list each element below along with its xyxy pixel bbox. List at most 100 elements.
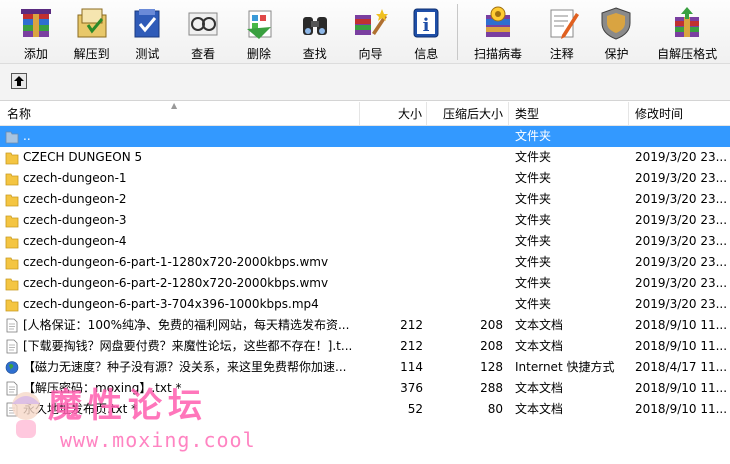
file-name: czech-dungeon-6-part-2-1280x720-2000kbps… [23,276,329,290]
column-type-label: 类型 [515,107,540,121]
add-archive-icon [16,3,56,43]
file-row[interactable]: [人格保证：100%纯净、免费的福利网站，每天精选发布资... 212 208 文本文… [0,315,730,336]
view-icon [183,3,223,43]
text-file-icon [5,381,19,396]
file-size: 114 [400,360,423,374]
parent-folder-row[interactable]: .. 文件夹 [0,126,730,147]
file-name: 【磁力无速度？种子没有源？没关系，来这里免费帮你加速... [23,360,347,374]
file-name: czech-dungeon-6-part-3-704x396-1000kbps.… [23,297,319,311]
file-row[interactable]: czech-dungeon-2 文件夹 2019/3/20 23... [0,189,730,210]
file-type: 文本文档 [515,381,564,395]
info-icon: i [406,3,446,43]
file-row[interactable]: czech-dungeon-6-part-3-704x396-1000kbps.… [0,294,730,315]
add-button[interactable]: 添加 [8,0,64,64]
file-row[interactable]: 永久地址发布页.txt * 52 80 文本文档 2018/9/10 11... [0,399,730,420]
extract-to-icon [72,3,112,43]
extract-to-label: 解压到 [73,47,110,61]
wizard-label: 向导 [358,47,383,61]
file-row[interactable]: czech-dungeon-3 文件夹 2019/3/20 23... [0,210,730,231]
column-size-label: 大小 [397,107,422,121]
column-name-label: 名称 [7,107,32,121]
file-type: 文件夹 [515,213,552,227]
file-packed-size [430,294,503,315]
column-modified-label: 修改时间 [635,107,684,121]
info-label: 信息 [414,47,439,61]
toolbar: 添加 解压到 测试 查看 删除 查找 向导 i 信息 扫描病毒 注释 保护 自解… [0,0,730,64]
view-button[interactable]: 查看 [175,0,231,64]
parent-folder-icon [5,129,19,144]
file-type: 文件夹 [515,276,552,290]
find-label: 查找 [302,47,327,61]
column-header: 名称 ▲ 大小 压缩后大小 类型 修改时间 [0,102,730,126]
file-packed-size [430,273,503,294]
file-packed-size: 208 [480,339,503,353]
file-name: czech-dungeon-6-part-1-1280x720-2000kbps… [23,255,329,269]
file-modified: 2019/3/20 23... [635,213,728,227]
file-type: 文件夹 [515,171,552,185]
file-name: [人格保证：100%纯净、免费的福利网站，每天精选发布资... [23,318,350,332]
folder-icon [5,150,19,165]
file-packed-size: 208 [480,318,503,332]
folder-icon [5,297,19,312]
text-file-icon [5,402,19,417]
file-modified: 2018/9/10 11... [635,318,728,332]
column-name[interactable]: 名称 ▲ [0,102,360,126]
folder-icon [5,255,19,270]
sfx-button[interactable]: 自解压格式 [644,0,730,64]
file-size [360,189,423,210]
file-type: 文本文档 [515,402,564,416]
protect-button[interactable]: 保护 [589,0,645,64]
file-size [360,210,423,231]
up-folder-button[interactable] [11,73,27,89]
sfx-label: 自解压格式 [657,47,718,61]
file-type: 文件夹 [515,129,552,143]
file-modified: 2019/3/20 23... [635,276,728,290]
delete-button[interactable]: 删除 [231,0,287,64]
file-packed-size [430,168,503,189]
file-size [360,126,423,147]
delete-label: 删除 [246,47,271,61]
svg-text:i: i [423,15,430,36]
file-name: 永久地址发布页.txt * [23,402,138,416]
file-size [360,168,423,189]
file-row[interactable]: czech-dungeon-6-part-2-1280x720-2000kbps… [0,273,730,294]
file-size: 212 [400,339,423,353]
comment-button[interactable]: 注释 [535,0,589,64]
add-label: 添加 [23,47,48,61]
column-packed[interactable]: 压缩后大小 [427,102,509,126]
file-row[interactable]: CZECH DUNGEON 5 文件夹 2019/3/20 23... [0,147,730,168]
file-modified: 2018/9/10 11... [635,339,728,353]
file-packed-size: 128 [480,360,503,374]
virus-scan-label: 扫描病毒 [473,47,522,61]
text-file-icon [5,339,19,354]
test-button[interactable]: 测试 [120,0,176,64]
folder-icon [5,234,19,249]
file-row[interactable]: czech-dungeon-6-part-1-1280x720-2000kbps… [0,252,730,273]
column-size[interactable]: 大小 [360,102,427,126]
file-row[interactable]: 【磁力无速度？种子没有源？没关系，来这里免费帮你加速... 114 128 Inter… [0,357,730,378]
extract-to-button[interactable]: 解压到 [64,0,120,64]
file-modified: 2019/3/20 23... [635,297,728,311]
file-name: 【解压密码：moxing】.txt * [23,381,182,395]
find-button[interactable]: 查找 [287,0,343,64]
virus-scan-button[interactable]: 扫描病毒 [461,0,535,64]
file-packed-size: 80 [487,402,503,416]
file-packed-size [430,189,503,210]
text-file-icon [5,318,19,333]
file-row[interactable]: [下载要掏钱？网盘要付费？来魔性论坛，这些都不存在！].t... 212 208 文本… [0,336,730,357]
file-name: [下载要掏钱？网盘要付费？来魔性论坛，这些都不存在！].t... [23,339,353,353]
file-row[interactable]: czech-dungeon-4 文件夹 2019/3/20 23... [0,231,730,252]
column-modified[interactable]: 修改时间 [629,102,730,126]
column-type[interactable]: 类型 [509,102,629,126]
file-type: 文件夹 [515,297,552,311]
file-modified: 2019/3/20 23... [635,171,728,185]
file-row[interactable]: 【解压密码：moxing】.txt * 376 288 文本文档 2018/9/10 1… [0,378,730,399]
info-button[interactable]: i 信息 [398,0,454,64]
file-modified: 2019/3/20 23... [635,150,728,164]
wizard-button[interactable]: 向导 [343,0,399,64]
file-name: czech-dungeon-3 [23,213,127,227]
sfx-icon [667,3,707,43]
file-row[interactable]: czech-dungeon-1 文件夹 2019/3/20 23... [0,168,730,189]
file-name: CZECH DUNGEON 5 [23,150,143,164]
file-name: czech-dungeon-2 [23,192,127,206]
